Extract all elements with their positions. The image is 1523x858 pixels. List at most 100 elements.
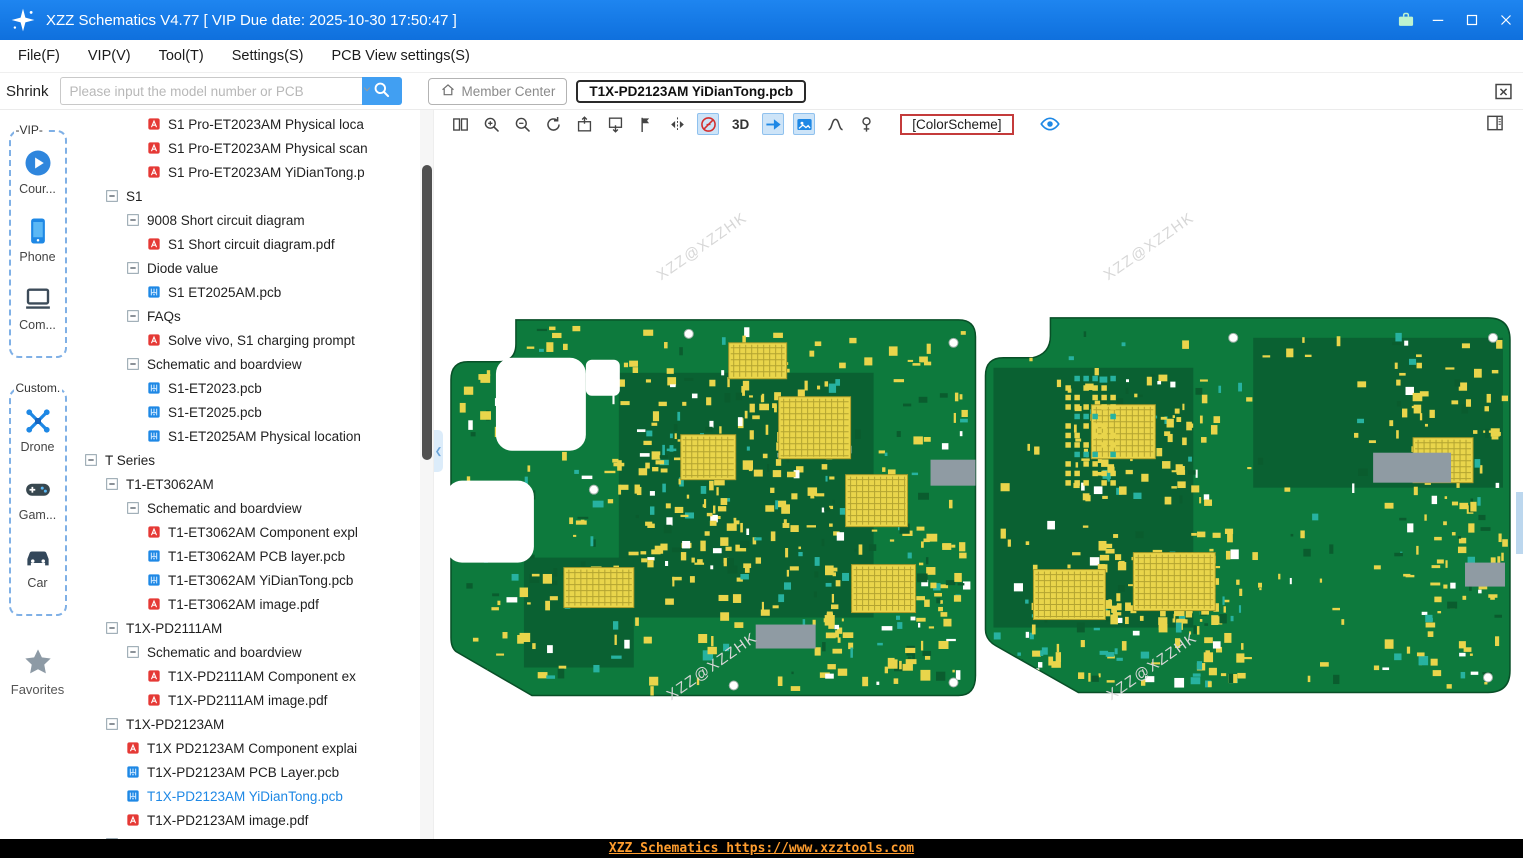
- collapse-panel-handle[interactable]: ❮: [434, 430, 443, 472]
- menu-item[interactable]: Settings(S): [218, 48, 318, 64]
- statusbar: XZZ Schematics https://www.xzztools.com: [0, 839, 1523, 858]
- tree-item[interactable]: T1-ET3062AM YiDianTong.pcb: [75, 568, 420, 592]
- viewer-scrollbar-thumb[interactable]: [1516, 492, 1523, 554]
- tree-item-label: Diode value: [147, 260, 219, 276]
- probe-icon[interactable]: [855, 113, 877, 135]
- collapse-icon[interactable]: [104, 620, 120, 636]
- tree-item[interactable]: FAQs: [75, 304, 420, 328]
- zoom-in-icon[interactable]: [480, 113, 502, 135]
- pcb-file-icon: [125, 764, 141, 780]
- tree-item[interactable]: T1X PD2123AM Component explai: [75, 736, 420, 760]
- tree-item[interactable]: T2X-PD2188AM: [75, 832, 420, 839]
- layers-panel-icon[interactable]: [1485, 113, 1507, 135]
- shrink-button[interactable]: Shrink: [6, 83, 49, 100]
- sidebar-item-drone[interactable]: Drone: [11, 406, 65, 454]
- tree-item[interactable]: 9008 Short circuit diagram: [75, 208, 420, 232]
- tree-item[interactable]: T1-ET3062AM Component expl: [75, 520, 420, 544]
- mirror-flip-icon[interactable]: [666, 113, 688, 135]
- tree-item[interactable]: S1: [75, 184, 420, 208]
- zoom-out-icon[interactable]: [511, 113, 533, 135]
- menu-item[interactable]: Tool(T): [145, 48, 218, 64]
- menu-item[interactable]: PCB View settings(S): [317, 48, 483, 64]
- briefcase-icon[interactable]: [1391, 0, 1421, 40]
- menu-item[interactable]: File(F): [4, 48, 74, 64]
- tree-item[interactable]: S1 Pro-ET2023AM Physical loca: [75, 112, 420, 136]
- tree-item[interactable]: T1X-PD2123AM image.pdf: [75, 808, 420, 832]
- tree-item[interactable]: S1 Pro-ET2023AM Physical scan: [75, 136, 420, 160]
- pdf-file-icon: [146, 116, 162, 132]
- tree-item[interactable]: S1 Short circuit diagram.pdf: [75, 232, 420, 256]
- 3d-view-button[interactable]: 3D: [728, 113, 753, 135]
- file-tree: S1 Pro-ET2023AM Physical loca S1 Pro-ET20…: [75, 110, 420, 839]
- tree-item[interactable]: T Series: [75, 448, 420, 472]
- tree-item[interactable]: T1-ET3062AM PCB layer.pcb: [75, 544, 420, 568]
- close-document-icon[interactable]: [1493, 81, 1514, 102]
- member-center-button[interactable]: Member Center: [427, 77, 568, 105]
- collapse-icon[interactable]: [125, 356, 141, 372]
- sidebar-item-gam[interactable]: Gam...: [11, 474, 65, 522]
- screenshot-icon[interactable]: [793, 113, 816, 135]
- document-tab[interactable]: T1X-PD2123AM YiDianTong.pcb: [576, 79, 807, 103]
- rotate-view-icon[interactable]: [542, 113, 564, 135]
- close-button[interactable]: [1489, 0, 1523, 40]
- menu-item[interactable]: VIP(V): [74, 48, 145, 64]
- sidebar-item-favorites[interactable]: Favorites: [0, 646, 75, 697]
- collapse-icon[interactable]: [83, 452, 99, 468]
- pcb-canvas[interactable]: XZZ@XZZHK XZZ@XZZHK XZZ@XZZHK XZZ@XZZHK: [434, 138, 1523, 839]
- top-layer-icon[interactable]: [573, 113, 595, 135]
- collapse-icon[interactable]: [104, 716, 120, 732]
- minimize-button[interactable]: [1421, 0, 1455, 40]
- sidebar-item-cour[interactable]: Cour...: [11, 148, 65, 196]
- pdf-file-icon: [146, 524, 162, 540]
- tree-item[interactable]: Schematic and boardview: [75, 352, 420, 376]
- tree-item[interactable]: Schematic and boardview: [75, 496, 420, 520]
- tree-item[interactable]: S1 Pro-ET2023AM YiDianTong.p: [75, 160, 420, 184]
- maximize-button[interactable]: [1455, 0, 1489, 40]
- collapse-icon[interactable]: [125, 644, 141, 660]
- collapse-icon[interactable]: [125, 260, 141, 276]
- tree-item-label: S1 Pro-ET2023AM YiDianTong.p: [168, 164, 365, 180]
- sidebar-item-car[interactable]: Car: [11, 542, 65, 590]
- tree-item[interactable]: T1X-PD2123AM: [75, 712, 420, 736]
- sidebar-item-phone[interactable]: Phone: [11, 216, 65, 264]
- tree-item[interactable]: T1X-PD2111AM image.pdf: [75, 688, 420, 712]
- sidebar-group-label: -VIP-: [13, 123, 45, 137]
- tree-item[interactable]: T1-ET3062AM image.pdf: [75, 592, 420, 616]
- bottom-layer-icon[interactable]: [604, 113, 626, 135]
- collapse-icon[interactable]: [104, 476, 120, 492]
- tree-item[interactable]: T1X-PD2111AM: [75, 616, 420, 640]
- tree-scrollbar-thumb[interactable]: [422, 165, 432, 460]
- tree-item[interactable]: T1-ET3062AM: [75, 472, 420, 496]
- collapse-icon[interactable]: [125, 212, 141, 228]
- collapse-icon[interactable]: [104, 836, 120, 839]
- tree-item[interactable]: Diode value: [75, 256, 420, 280]
- pcb-file-icon: [146, 572, 162, 588]
- tree-item[interactable]: Schematic and boardview: [75, 640, 420, 664]
- curve-icon[interactable]: [824, 113, 846, 135]
- sidebar-item-com[interactable]: Com...: [11, 284, 65, 332]
- tree-item[interactable]: S1 ET2025AM.pcb: [75, 280, 420, 304]
- topbar: Shrink Member Center T1X-PD2123AM YiDian…: [0, 73, 1523, 110]
- tree-item[interactable]: T1X-PD2111AM Component ex: [75, 664, 420, 688]
- tree-item[interactable]: T1X-PD2123AM YiDianTong.pcb: [75, 784, 420, 808]
- tree-item[interactable]: S1-ET2023.pcb: [75, 376, 420, 400]
- tree-item-label: T1-ET3062AM PCB layer.pcb: [168, 548, 346, 564]
- collapse-icon[interactable]: [125, 500, 141, 516]
- flag-icon[interactable]: [635, 113, 657, 135]
- collapse-icon[interactable]: [125, 308, 141, 324]
- statusbar-text: XZZ Schematics https://www.xzztools.com: [608, 841, 915, 856]
- tree-item[interactable]: S1-ET2025AM Physical location: [75, 424, 420, 448]
- pcb-board-image[interactable]: [434, 138, 1523, 838]
- split-view-icon[interactable]: [449, 113, 471, 135]
- collapse-icon[interactable]: [104, 188, 120, 204]
- search-input[interactable]: [59, 77, 380, 105]
- tree-item[interactable]: S1-ET2025.pcb: [75, 400, 420, 424]
- viewer-toolbar: 3D [ColorScheme]: [434, 110, 1523, 138]
- diode-mode-icon[interactable]: [697, 113, 719, 135]
- tree-scrollbar-track[interactable]: [420, 110, 433, 839]
- eye-icon[interactable]: [1039, 113, 1063, 135]
- tree-item[interactable]: T1X-PD2123AM PCB Layer.pcb: [75, 760, 420, 784]
- colorscheme-button[interactable]: [ColorScheme]: [900, 113, 1014, 135]
- jump-arrow-icon[interactable]: [762, 113, 785, 135]
- tree-item[interactable]: Solve vivo, S1 charging prompt: [75, 328, 420, 352]
